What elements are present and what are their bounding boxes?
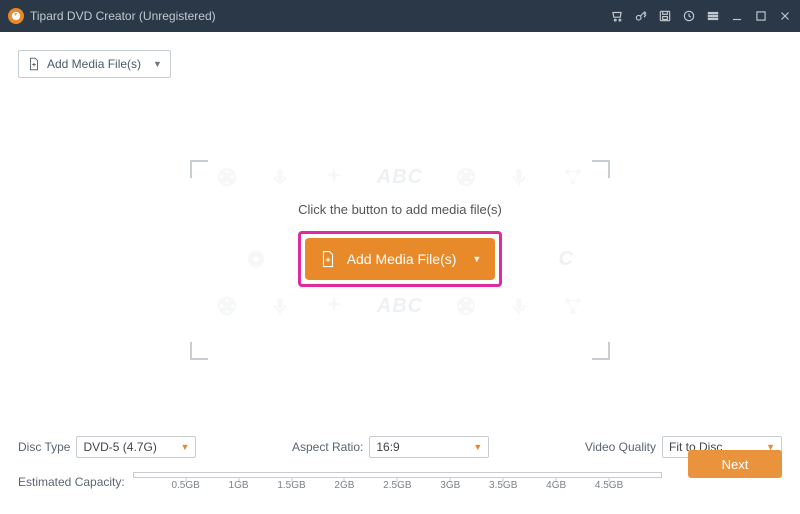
- menu-icon[interactable]: [706, 9, 720, 23]
- maximize-icon[interactable]: [754, 9, 768, 23]
- disc-type-value: DVD-5 (4.7G): [83, 440, 156, 454]
- add-file-icon: [27, 57, 41, 71]
- capacity-row: Estimated Capacity: 0.5GB 1GB 1.5GB 2GB 2.5G…: [18, 468, 782, 496]
- watermark-row: C Add Media File(s) ▼: [190, 229, 610, 289]
- capacity-tick: 3GB: [440, 480, 460, 491]
- key-icon[interactable]: [634, 9, 648, 23]
- mic-icon: [508, 166, 530, 188]
- save-icon[interactable]: [658, 9, 672, 23]
- capacity-tick: 0.5GB: [171, 480, 199, 491]
- titlebar-actions: [610, 9, 792, 23]
- gear-icon: [245, 248, 267, 270]
- mic-icon: [269, 166, 291, 188]
- close-icon[interactable]: [778, 9, 792, 23]
- app-title: Tipard DVD Creator (Unregistered): [30, 9, 216, 23]
- chevron-down-icon: ▼: [472, 254, 481, 264]
- watermark-row: ABC: [190, 289, 610, 323]
- watermark-row: ABC: [190, 160, 610, 194]
- watermark-text: ABC: [377, 166, 423, 189]
- mic-icon: [269, 295, 291, 317]
- mic-icon: [508, 295, 530, 317]
- add-media-small-label: Add Media File(s): [47, 57, 141, 71]
- aspect-ratio-value: 16:9: [376, 440, 399, 454]
- titlebar: Tipard DVD Creator (Unregistered): [0, 0, 800, 32]
- add-media-button-main[interactable]: Add Media File(s) ▼: [305, 238, 495, 280]
- minimize-icon[interactable]: [730, 9, 744, 23]
- aspect-ratio-label: Aspect Ratio:: [292, 440, 363, 454]
- history-icon[interactable]: [682, 9, 696, 23]
- next-label: Next: [722, 457, 749, 472]
- capacity-tick: 3.5GB: [489, 480, 517, 491]
- video-quality-label: Video Quality: [585, 440, 656, 454]
- capacity-tick: 1.5GB: [277, 480, 305, 491]
- nodes-icon: [562, 166, 584, 188]
- chevron-down-icon: ▼: [181, 442, 190, 452]
- sparkle-icon: [323, 166, 345, 188]
- add-media-highlight: Add Media File(s) ▼: [298, 231, 502, 287]
- footer: Disc Type DVD-5 (4.7G) ▼ Aspect Ratio: 1…: [0, 426, 800, 514]
- capacity-tick: 1GB: [229, 480, 249, 491]
- add-media-main-label: Add Media File(s): [347, 251, 457, 267]
- add-file-icon: [319, 250, 337, 268]
- toolbar: Add Media File(s) ▼: [0, 32, 800, 78]
- next-button[interactable]: Next: [688, 450, 782, 478]
- reel-icon: [216, 295, 238, 317]
- capacity-tick: 4.5GB: [595, 480, 623, 491]
- footer-selectors: Disc Type DVD-5 (4.7G) ▼ Aspect Ratio: 1…: [18, 436, 782, 458]
- nodes-icon: [562, 295, 584, 317]
- hint-text: Click the button to add media file(s): [190, 202, 610, 217]
- center-area: ABC Click the button to add media file(s…: [190, 160, 610, 323]
- reel-icon: [216, 166, 238, 188]
- reel-icon: [455, 166, 477, 188]
- watermark-text-partial: C: [559, 248, 574, 271]
- disc-type-label: Disc Type: [18, 440, 70, 454]
- capacity-tick: 4GB: [546, 480, 566, 491]
- capacity-bar: 0.5GB 1GB 1.5GB 2GB 2.5GB 3GB 3.5GB 4GB 4.5GB: [133, 468, 662, 496]
- disc-type-select[interactable]: DVD-5 (4.7G) ▼: [76, 436, 196, 458]
- watermark-text: ABC: [377, 295, 423, 318]
- capacity-tick: 2.5GB: [383, 480, 411, 491]
- sparkle-icon: [323, 295, 345, 317]
- cart-icon[interactable]: [610, 9, 624, 23]
- aspect-ratio-select[interactable]: 16:9 ▼: [369, 436, 489, 458]
- add-media-button-small[interactable]: Add Media File(s) ▼: [18, 50, 171, 78]
- estimated-capacity-label: Estimated Capacity:: [18, 475, 125, 489]
- chevron-down-icon: ▼: [473, 442, 482, 452]
- capacity-tick: 2GB: [334, 480, 354, 491]
- reel-icon: [455, 295, 477, 317]
- app-logo-icon: [8, 8, 24, 24]
- chevron-down-icon: ▼: [153, 59, 162, 69]
